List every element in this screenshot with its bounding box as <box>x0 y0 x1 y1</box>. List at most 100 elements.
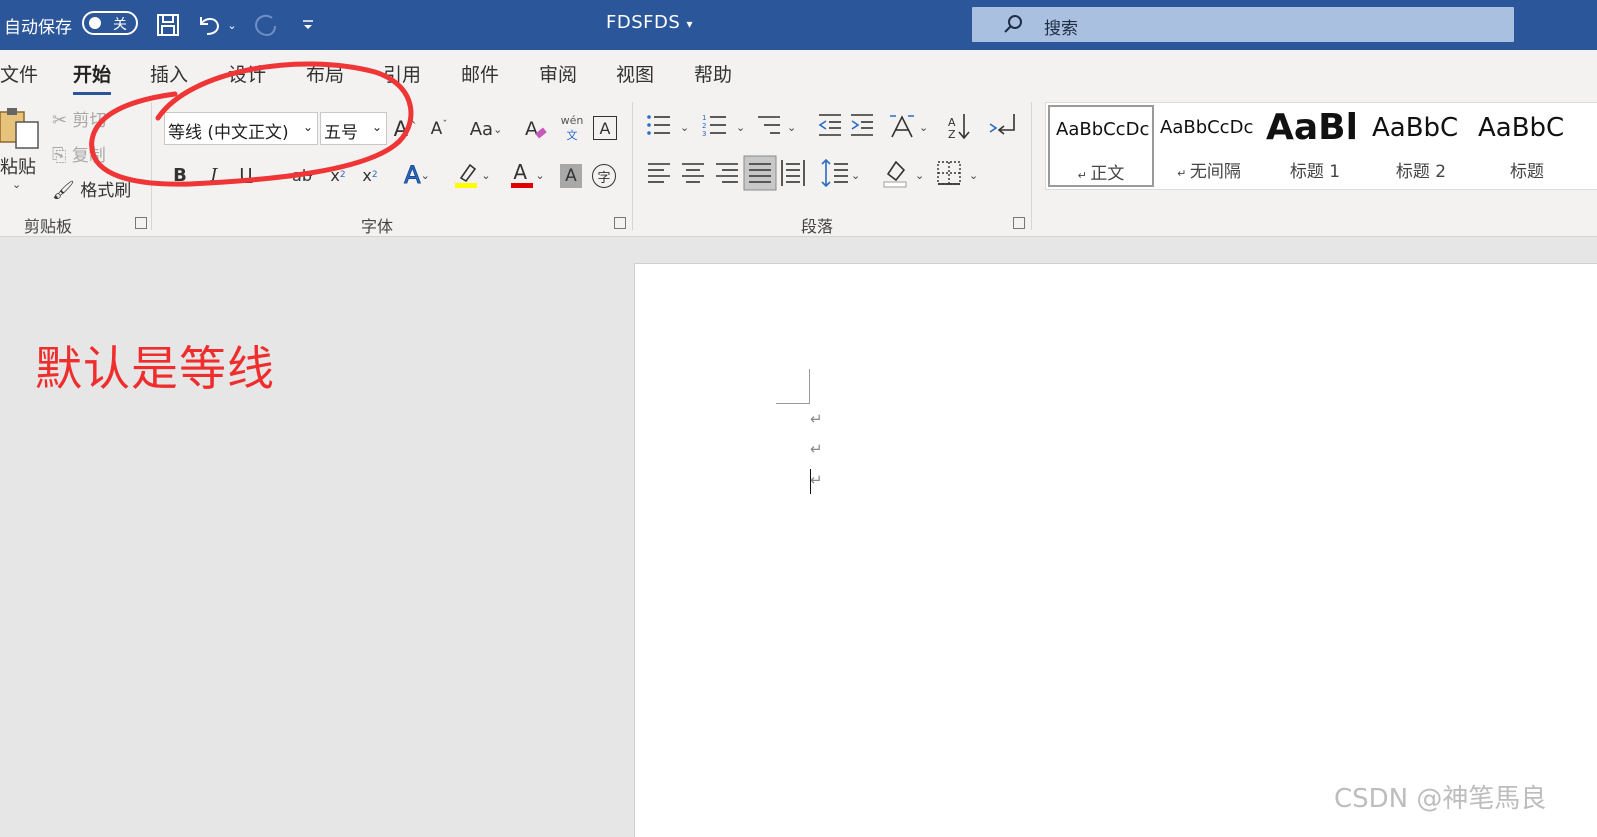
cut-button[interactable]: ✂ 剪切 <box>52 106 107 131</box>
decrease-indent-button[interactable] <box>818 114 841 136</box>
superscript-button[interactable]: x2 <box>358 160 382 190</box>
phonetic-guide-button[interactable]: wén 文 <box>560 114 584 146</box>
chevron-down-icon[interactable]: ⌄ <box>787 121 796 134</box>
increase-indent-button[interactable] <box>851 114 873 136</box>
align-right-button[interactable] <box>716 163 738 183</box>
paste-label[interactable]: 粘贴 <box>0 153 36 179</box>
clear-formatting-button[interactable]: A <box>521 114 551 144</box>
font-name-value: 等线 (中文正文) <box>168 123 289 143</box>
borders-button[interactable] <box>937 161 961 185</box>
bold-label: B <box>173 164 187 186</box>
paragraph-mark: ↵ <box>810 410 823 428</box>
italic-label: I <box>210 164 218 186</box>
show-formatting-marks-button[interactable] <box>989 114 1015 135</box>
style-title[interactable]: AaBbC 标题 <box>1474 105 1580 187</box>
subscript-button[interactable]: x2 <box>326 160 350 190</box>
change-case-label: Aa <box>469 118 494 140</box>
strikethrough-label: ab <box>292 165 312 185</box>
chevron-down-icon[interactable]: ⌄ <box>969 169 978 182</box>
undo-button[interactable] <box>195 10 225 40</box>
document-page[interactable] <box>634 263 1597 837</box>
style-heading-1[interactable]: AaBl 标题 1 <box>1262 105 1368 187</box>
paste-button[interactable] <box>0 104 42 150</box>
tab-design[interactable]: 设计 <box>228 60 266 87</box>
text-effects-button[interactable]: A ⌄ <box>396 160 438 190</box>
font-size-combo[interactable]: 五号 ⌄ <box>320 112 387 145</box>
change-case-button[interactable]: Aa ⌄ <box>464 114 508 144</box>
redo-button[interactable] <box>250 10 280 40</box>
watermark: CSDN @神笔馬良 <box>1334 784 1547 814</box>
multilevel-list-button[interactable] <box>758 116 780 134</box>
enclose-characters-label: 字 <box>597 170 611 186</box>
font-color-swatch <box>511 183 534 188</box>
subscript-index: 2 <box>339 170 346 180</box>
tab-references[interactable]: 引用 <box>383 60 421 87</box>
chevron-down-icon[interactable]: ⌄ <box>919 121 928 134</box>
tab-mailings[interactable]: 邮件 <box>461 60 499 87</box>
chevron-down-icon[interactable]: ⌄ <box>680 121 689 134</box>
grow-font-button[interactable]: A^ <box>392 114 418 144</box>
customize-qat-button[interactable] <box>294 10 322 40</box>
paragraph-launcher-icon[interactable] <box>1013 217 1025 229</box>
brush-icon: 🖌 <box>52 180 75 201</box>
chevron-down-icon: ⌄ <box>420 168 430 182</box>
paragraph-buttons-svg: ⌄ 1 2 3 ⌄ ⌄ ⌄ A Z ⌄ ⌄ ⌄ <box>647 114 1015 191</box>
save-button[interactable] <box>153 10 183 40</box>
style-no-spacing[interactable]: AaBbCcDc ↵ 无间隔 <box>1156 105 1262 187</box>
style-heading-2[interactable]: AaBbC 标题 2 <box>1368 105 1474 187</box>
chinese-layout-button[interactable] <box>890 115 914 138</box>
document-title[interactable]: FDSFDS ▾ <box>606 12 693 33</box>
shading-button[interactable] <box>883 160 907 188</box>
tab-view[interactable]: 视图 <box>616 60 654 87</box>
sort-button[interactable]: A Z <box>948 114 970 141</box>
chevron-down-icon[interactable]: ⌄ <box>915 169 924 182</box>
justify-button[interactable] <box>743 155 777 191</box>
clipboard-launcher-icon[interactable] <box>135 217 147 229</box>
style-preview: AaBbC <box>1478 113 1565 143</box>
font-launcher-icon[interactable] <box>614 217 626 229</box>
tab-insert[interactable]: 插入 <box>150 60 188 87</box>
format-painter-button[interactable]: 🖌 格式刷 <box>52 176 131 201</box>
distributed-button[interactable] <box>781 160 805 186</box>
character-shading-button[interactable]: A <box>560 164 582 188</box>
underline-button[interactable]: U <box>234 160 258 190</box>
search-box[interactable]: 搜索 <box>972 7 1514 42</box>
shrink-font-button[interactable]: Aˇ <box>426 114 452 144</box>
chevron-down-icon[interactable]: ⌄ <box>736 121 745 134</box>
tab-layout[interactable]: 布局 <box>306 60 344 87</box>
paragraph-mark: ↵ <box>810 440 823 458</box>
font-group-label: 字体 <box>361 217 394 236</box>
italic-button[interactable]: I <box>202 160 226 190</box>
numbering-button[interactable]: 1 2 3 <box>702 114 726 138</box>
align-center-button[interactable] <box>682 163 704 183</box>
highlight-button[interactable]: ⌄ <box>449 160 495 190</box>
style-normal[interactable]: AaBbCcDc ↵ 正文 <box>1048 105 1154 187</box>
chevron-down-icon[interactable]: ⌄ <box>12 178 21 191</box>
title-bar: 自动保存 关 ⌄ FDSFDS ▾ 搜索 <box>0 0 1597 50</box>
autosave-label: 自动保存 <box>4 18 72 38</box>
align-left-button[interactable] <box>648 163 670 183</box>
autosave-toggle[interactable]: 关 <box>82 11 138 35</box>
tab-file[interactable]: 文件 <box>0 60 38 87</box>
bold-button[interactable]: B <box>168 160 192 190</box>
chevron-down-icon: ▾ <box>686 17 694 31</box>
bullets-button[interactable] <box>647 115 670 135</box>
copy-button[interactable]: ⎘ 复制 <box>52 141 106 166</box>
tab-help[interactable]: 帮助 <box>694 60 732 87</box>
tab-home[interactable]: 开始 <box>73 60 112 95</box>
line-spacing-button[interactable] <box>821 158 848 188</box>
undo-dropdown[interactable]: ⌄ <box>222 10 242 40</box>
strikethrough-button[interactable]: ab <box>288 160 316 190</box>
enclose-characters-button[interactable]: 字 <box>592 164 616 188</box>
character-shading-label: A <box>565 166 577 186</box>
search-icon <box>1004 15 1022 33</box>
font-name-combo[interactable]: 等线 (中文正文) ⌄ <box>164 112 318 145</box>
tab-review[interactable]: 审阅 <box>539 60 577 87</box>
character-border-button[interactable]: A <box>593 116 617 140</box>
clipboard-group-label: 剪贴板 <box>24 217 73 236</box>
font-color-icon: A <box>509 160 535 190</box>
chevron-down-icon[interactable]: ⌄ <box>851 169 860 182</box>
style-name: 标题 1 <box>1289 162 1341 182</box>
font-color-button[interactable]: A ⌄ <box>504 160 550 190</box>
subscript-label: x <box>330 165 340 185</box>
